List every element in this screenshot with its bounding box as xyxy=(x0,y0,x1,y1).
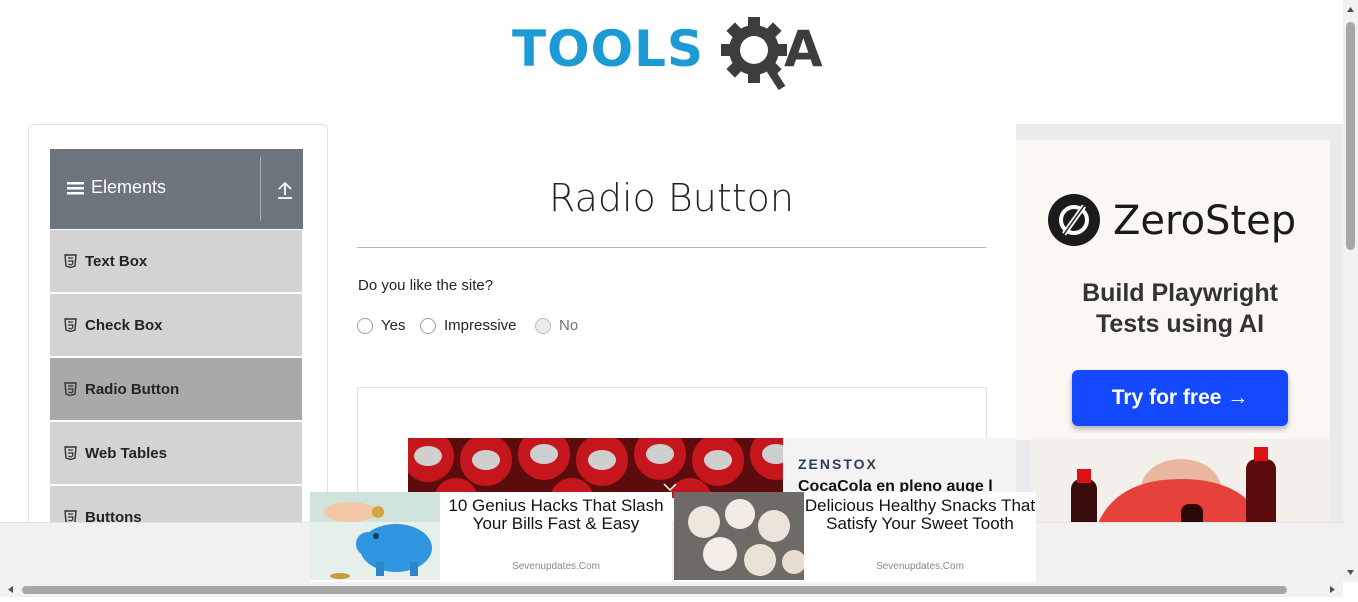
radio-label-no: No xyxy=(559,317,579,334)
vertical-scroll-thumb[interactable] xyxy=(1346,22,1355,250)
bottom-ad-1[interactable]: 10 Genius Hacks That Slash Your Bills Fa… xyxy=(310,492,672,582)
radio-label-impressive[interactable]: Impressive xyxy=(444,317,517,334)
title-divider xyxy=(357,247,986,248)
scroll-left-icon xyxy=(8,586,13,593)
page-title: Radio Button xyxy=(549,176,794,220)
hamburger-icon xyxy=(67,181,84,194)
sidebar-group-elements[interactable]: Elements xyxy=(50,149,303,229)
sidebar-item-web-tables[interactable]: Web Tables xyxy=(50,422,302,486)
html5-icon xyxy=(64,446,77,460)
radio-label-yes[interactable]: Yes xyxy=(381,317,405,334)
ad-image-cans[interactable] xyxy=(408,438,783,498)
question-text: Do you like the site? xyxy=(358,277,494,294)
radio-circle[interactable] xyxy=(420,317,436,334)
radio-impressive[interactable]: Impressive xyxy=(420,317,517,334)
scroll-down-icon xyxy=(1347,570,1354,575)
html5-icon xyxy=(64,318,77,332)
tagline-line-1: Build Playwright xyxy=(1082,279,1278,307)
horizontal-scroll-thumb[interactable] xyxy=(22,586,1287,594)
ad-brand: ZeroStep xyxy=(1113,198,1297,244)
scroll-right-icon xyxy=(1330,586,1335,593)
gear-icon xyxy=(721,17,787,91)
divider xyxy=(260,157,261,221)
radio-circle[interactable] xyxy=(357,317,373,334)
html5-icon xyxy=(64,382,77,396)
radio-circle xyxy=(535,317,551,334)
radio-no: No xyxy=(535,317,578,334)
html5-icon xyxy=(64,254,77,268)
collapse-arrow-icon[interactable] xyxy=(275,179,295,201)
sidebar-item-label: Web Tables xyxy=(85,444,167,462)
sidebar-item-text-box[interactable]: Text Box xyxy=(50,230,302,294)
ad-tagline: Build Playwright Tests using AI xyxy=(1036,278,1324,340)
ad-headline[interactable]: 10 Genius Hacks That Slash Your Bills Fa… xyxy=(440,497,672,533)
ad-source: Sevenupdates.Com xyxy=(512,561,600,572)
logo-text-tools: TOOLS xyxy=(512,20,704,78)
ad-source: Sevenupdates.Com xyxy=(876,561,964,572)
sidebar-group-title: Elements xyxy=(91,177,167,197)
radio-yes[interactable]: Yes xyxy=(357,317,405,334)
zerostep-ad[interactable]: ZeroStep Build Playwright Tests using AI… xyxy=(1016,124,1343,544)
site-logo[interactable]: TOOLS A xyxy=(512,14,842,94)
sidebar-item-radio-button[interactable]: Radio Button xyxy=(50,358,302,422)
sidebar-item-label: Check Box xyxy=(85,316,163,334)
ad-text-panel[interactable]: ZENSTOX CocaCola en pleno auge l xyxy=(783,438,1017,498)
sidebar-item-check-box[interactable]: Check Box xyxy=(50,294,302,358)
try-for-free-button[interactable]: Try for free → xyxy=(1072,370,1288,426)
sidebar-item-label: Radio Button xyxy=(85,380,180,398)
logo-text-qa: A xyxy=(784,20,824,78)
scroll-up-icon xyxy=(1347,7,1354,12)
ad-thumbnail-piggy-bank xyxy=(310,492,440,580)
bottom-ad-2[interactable]: Delicious Healthy Snacks That Satisfy Yo… xyxy=(674,492,1036,582)
zerostep-logo-icon xyxy=(1048,194,1100,246)
tagline-line-2: Tests using AI xyxy=(1095,310,1265,338)
ad-brand: ZENSTOX xyxy=(798,456,878,472)
ad-headline[interactable]: Delicious Healthy Snacks That Satisfy Yo… xyxy=(804,497,1036,533)
sidebar-item-label: Text Box xyxy=(85,252,148,270)
ad-thumbnail-snacks xyxy=(674,492,804,580)
